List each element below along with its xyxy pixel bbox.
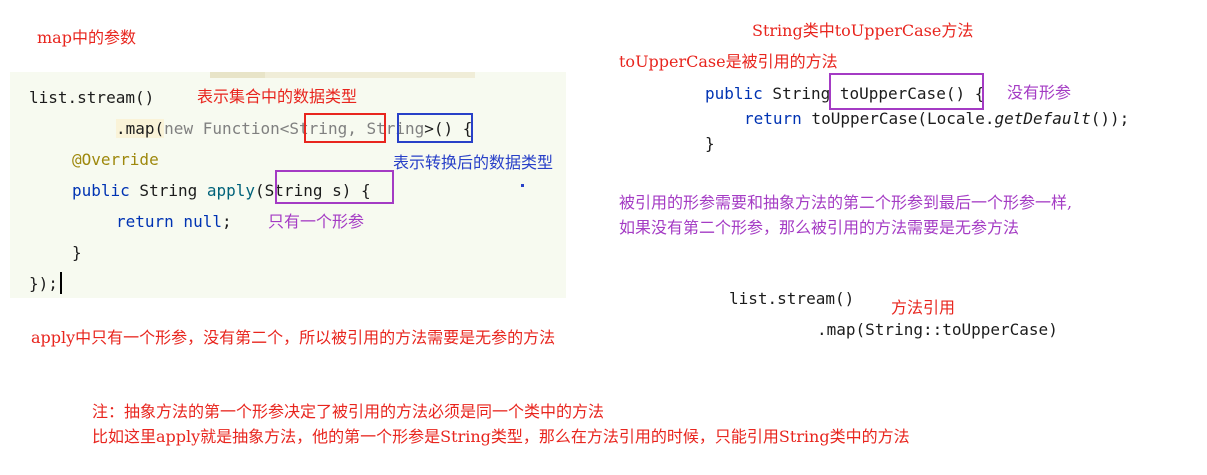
- code-line-touppercase-close: }: [705, 134, 715, 153]
- code-apply-method: apply: [206, 181, 256, 200]
- code-public-keyword: public: [705, 84, 763, 103]
- label-no-param: 没有形参: [1007, 83, 1072, 102]
- code-function-type: Function<: [193, 119, 290, 138]
- code-new-keyword: new: [164, 119, 194, 138]
- code-line-touppercase-return: return toUpperCase(Locale.getDefault());: [744, 109, 1129, 129]
- label-one-param: 只有一个形参: [268, 212, 365, 231]
- code-semicolon: ;: [221, 212, 232, 231]
- ref-code-line-map: .map(String::toUpperCase): [817, 320, 1058, 339]
- code-line-return: return null;: [116, 212, 232, 232]
- touppercase-signature-highlight: [829, 73, 984, 110]
- input-type-highlight: [304, 113, 386, 143]
- output-type-highlight: [397, 113, 473, 143]
- touppercase-heading: String类中toUpperCase方法: [752, 21, 974, 40]
- note-line-2: 比如这里apply就是抽象方法，他的第一个形参是String类型，那么在方法引用…: [92, 427, 910, 446]
- code-call-end: ());: [1090, 109, 1130, 128]
- code-line-close-method: }: [72, 243, 82, 262]
- code-public-keyword: public: [72, 181, 130, 200]
- code-return-keyword: return: [744, 109, 802, 128]
- label-method-reference: 方法引用: [891, 298, 956, 317]
- code-return-keyword: return: [116, 212, 174, 231]
- label-input-type: 表示集合中的数据类型: [197, 87, 358, 106]
- code-map-call: .map(: [116, 119, 165, 138]
- map-params-heading: map中的参数: [37, 28, 136, 47]
- code-return-type: String: [129, 181, 207, 200]
- apply-param-highlight: [275, 170, 394, 204]
- rule-line-1: 被引用的形参需要和抽象方法的第二个形参到最后一个形参一样,: [619, 193, 1073, 212]
- note-line-1: 注：抽象方法的第一个形参决定了被引用的方法必须是同一个类中的方法: [92, 402, 605, 421]
- stray-dot: [521, 184, 524, 187]
- label-output-type: 表示转换后的数据类型: [393, 153, 554, 172]
- code-line-stream: list.stream(): [29, 88, 155, 107]
- code-getdefault: getDefault: [994, 109, 1091, 128]
- code-null-literal: null: [173, 212, 222, 231]
- ref-code-line-stream: list.stream(): [729, 289, 855, 308]
- rule-line-2: 如果没有第二个形参，那么被引用的方法需要是无参方法: [619, 218, 1020, 237]
- apply-summary: apply中只有一个形参，没有第二个，所以被引用的方法需要是无参的方法: [31, 328, 556, 347]
- text-cursor: [60, 272, 62, 294]
- code-line-close-map: });: [29, 274, 58, 293]
- code-override-annotation: @Override: [72, 150, 159, 169]
- referenced-method-heading: toUpperCase是被引用的方法: [619, 52, 838, 71]
- code-touppercase-call: toUpperCase(Locale.: [801, 109, 995, 128]
